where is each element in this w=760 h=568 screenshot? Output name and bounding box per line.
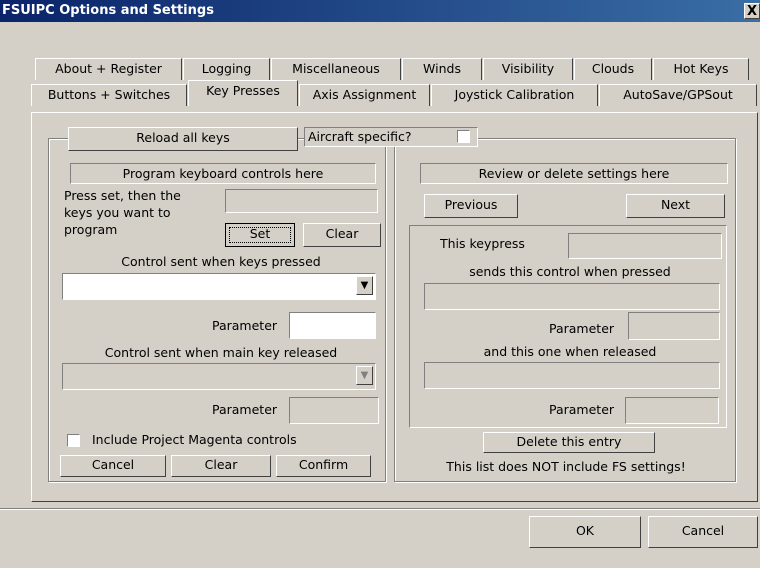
- tab-logging[interactable]: Logging: [183, 58, 270, 80]
- clear-button[interactable]: Clear: [171, 455, 271, 477]
- keypress-label: This keypress: [440, 236, 525, 251]
- tab-miscellaneous[interactable]: Miscellaneous: [271, 58, 401, 80]
- parameter2-input: [289, 397, 379, 424]
- tab-winds[interactable]: Winds: [402, 58, 482, 80]
- parameter-right-field: [628, 312, 720, 340]
- sends-control-field: [424, 283, 720, 310]
- clear-keys-button[interactable]: Clear: [303, 223, 381, 247]
- magenta-checkbox[interactable]: [67, 434, 80, 447]
- released-label: and this one when released: [483, 344, 657, 359]
- parameter-right-label: Parameter: [549, 321, 615, 336]
- released-field: [424, 362, 720, 389]
- control-pressed-select[interactable]: ▼: [62, 273, 376, 300]
- chevron-down-icon: ▼: [356, 366, 373, 385]
- tab-clouds[interactable]: Clouds: [574, 58, 652, 80]
- next-button[interactable]: Next: [626, 194, 725, 218]
- tab-visibility[interactable]: Visibility: [483, 58, 573, 80]
- cancel-footer-button[interactable]: Cancel: [648, 516, 758, 548]
- cancel-button[interactable]: Cancel: [60, 455, 166, 477]
- set-button[interactable]: Set: [225, 223, 295, 247]
- parameter-label: Parameter: [212, 318, 278, 333]
- close-icon[interactable]: X: [744, 3, 760, 19]
- press-set-text: Press set, then the keys you want to pro…: [64, 188, 181, 237]
- confirm-button[interactable]: Confirm: [276, 455, 371, 477]
- tab-joystick-calibration[interactable]: Joystick Calibration: [431, 84, 598, 106]
- keypress-field: [568, 233, 722, 259]
- chevron-down-icon[interactable]: ▼: [356, 276, 373, 295]
- tab-about-register[interactable]: About + Register: [35, 58, 182, 80]
- aircraft-specific-frame: Aircraft specific?: [304, 127, 478, 147]
- program-keys-header: Program keyboard controls here: [70, 163, 376, 184]
- options-window: FSUIPC Options and Settings X About + Re…: [0, 0, 760, 568]
- tab-hot-keys[interactable]: Hot Keys: [653, 58, 749, 80]
- list-note: This list does NOT include FS settings!: [446, 459, 686, 474]
- reload-all-keys-button[interactable]: Reload all keys: [68, 127, 298, 151]
- title-bar: FSUIPC Options and Settings X: [0, 0, 760, 22]
- tab-key-presses[interactable]: Key Presses: [188, 80, 298, 106]
- aircraft-specific-label: Aircraft specific?: [308, 129, 412, 144]
- sends-control-label: sends this control when pressed: [469, 264, 671, 279]
- parameter2-right-label: Parameter: [549, 402, 615, 417]
- keys-display-field: [225, 189, 378, 213]
- tab-axis-assignment[interactable]: Axis Assignment: [299, 84, 430, 106]
- ok-button[interactable]: OK: [529, 516, 641, 548]
- aircraft-specific-checkbox[interactable]: [457, 130, 470, 143]
- footer-divider: [0, 508, 760, 510]
- control-released-select[interactable]: ▼: [62, 363, 376, 390]
- parameter-input[interactable]: [289, 312, 376, 339]
- delete-entry-button[interactable]: Delete this entry: [483, 432, 655, 453]
- parameter2-label: Parameter: [212, 402, 278, 417]
- magenta-label: Include Project Magenta controls: [92, 432, 297, 447]
- tab-buttons-switches[interactable]: Buttons + Switches: [31, 84, 187, 106]
- previous-button[interactable]: Previous: [424, 194, 518, 218]
- control-released-label: Control sent when main key released: [104, 345, 338, 360]
- window-title: FSUIPC Options and Settings: [2, 3, 214, 18]
- review-settings-header: Review or delete settings here: [420, 163, 728, 184]
- parameter2-right-field: [625, 397, 719, 424]
- control-pressed-label: Control sent when keys pressed: [121, 254, 321, 269]
- tab-autosave-gpsout[interactable]: AutoSave/GPSout: [599, 84, 757, 106]
